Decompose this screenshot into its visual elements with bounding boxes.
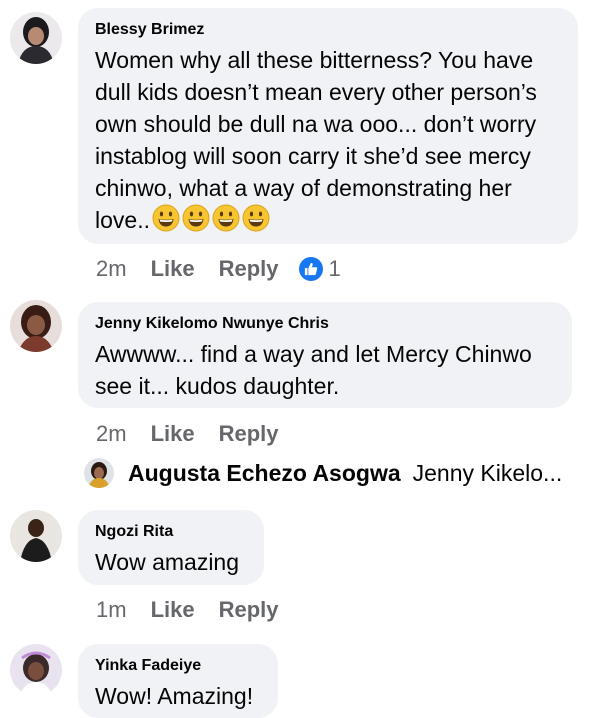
like-button[interactable]: Like xyxy=(151,597,195,623)
avatar[interactable] xyxy=(10,644,62,696)
reply-preview[interactable]: Augusta Echezo Asogwa Jenny Kikelo... xyxy=(84,458,562,488)
reply-button[interactable]: Reply xyxy=(219,421,279,447)
comment-bubble: Ngozi Rita Wow amazing xyxy=(78,510,264,585)
reaction-count: 1 xyxy=(328,256,341,281)
reply-author[interactable]: Augusta Echezo Asogwa xyxy=(128,460,401,487)
reply-button[interactable]: Reply xyxy=(219,597,279,623)
comment-actions: 2m Like Reply xyxy=(96,421,279,447)
avatar xyxy=(84,458,114,488)
comment-text: Wow! Amazing! xyxy=(95,683,254,709)
comment-timestamp[interactable]: 1m xyxy=(96,597,127,623)
comment-author[interactable]: Blessy Brimez xyxy=(95,20,562,40)
like-button[interactable]: Like xyxy=(151,256,195,282)
comment-bubble: Yinka Fadeiye Wow! Amazing! xyxy=(78,644,278,718)
grinning-face-emoji xyxy=(152,204,180,240)
comment-text: Wow amazing xyxy=(95,549,240,575)
like-thumb-icon xyxy=(298,257,323,281)
grinning-face-emoji xyxy=(242,204,270,240)
comment-text: Awwww... find a way and let Mercy Chinwo… xyxy=(95,341,532,399)
comment-timestamp[interactable]: 2m xyxy=(96,421,127,447)
reply-button[interactable]: Reply xyxy=(219,256,279,282)
reaction-summary[interactable]: 1 xyxy=(298,256,341,282)
avatar[interactable] xyxy=(10,510,62,562)
comment-bubble: Jenny Kikelomo Nwunye Chris Awwww... fin… xyxy=(78,302,572,408)
emoji-row xyxy=(150,204,270,233)
grinning-face-emoji xyxy=(212,204,240,240)
comment-author[interactable]: Jenny Kikelomo Nwunye Chris xyxy=(95,314,556,334)
comment-bubble: Blessy Brimez Women why all these bitter… xyxy=(78,8,578,244)
comment-author[interactable]: Yinka Fadeiye xyxy=(95,656,262,676)
comment-text: Women why all these bitterness? You have… xyxy=(95,44,562,240)
comment-actions: 2m Like Reply 1 xyxy=(96,256,341,282)
comment-author[interactable]: Ngozi Rita xyxy=(95,522,248,542)
avatar[interactable] xyxy=(10,300,62,352)
reply-snippet: Jenny Kikelo... xyxy=(412,459,563,486)
comment-timestamp[interactable]: 2m xyxy=(96,256,127,282)
comment-actions: 1m Like Reply xyxy=(96,597,279,623)
like-button[interactable]: Like xyxy=(151,421,195,447)
avatar[interactable] xyxy=(10,12,62,64)
grinning-face-emoji xyxy=(182,204,210,240)
